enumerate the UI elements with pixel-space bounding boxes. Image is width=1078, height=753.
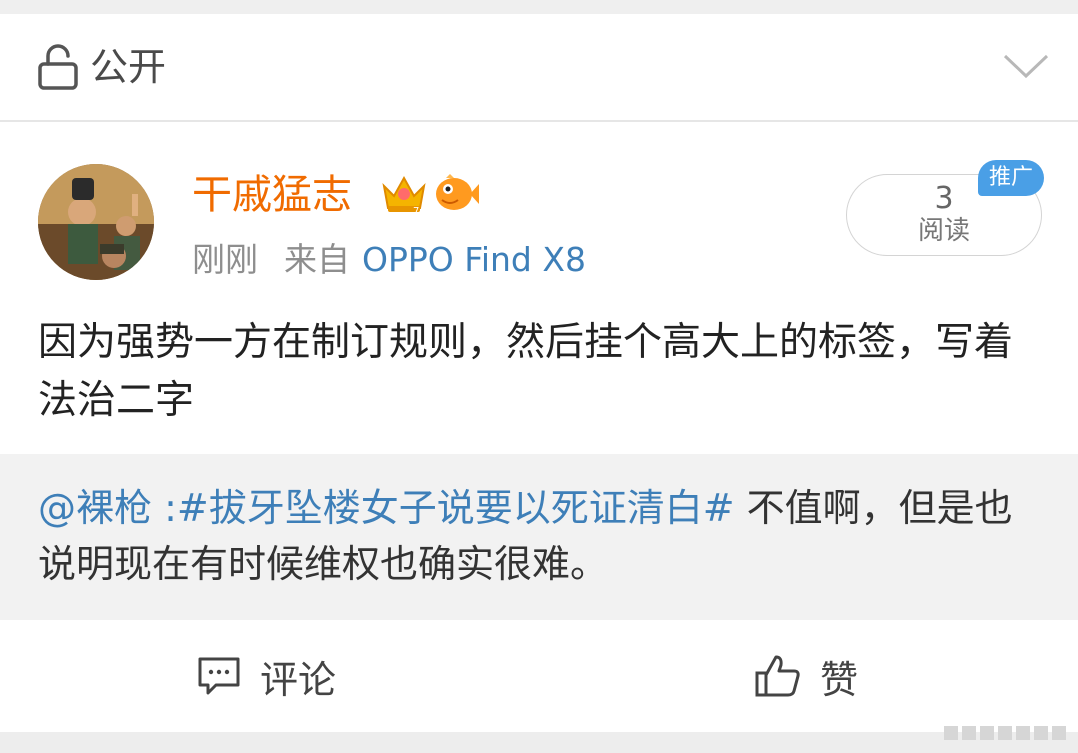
top-strip <box>0 0 1078 14</box>
post-text: 因为强势一方在制订规则，然后挂个高大上的标签，写着法治二字 <box>38 320 1014 423</box>
lock-open-icon <box>38 44 78 90</box>
watermark-icon <box>944 726 1066 740</box>
separator: : <box>152 486 177 530</box>
post-time: 刚刚 <box>192 240 258 279</box>
comment-icon <box>198 657 240 695</box>
comment-button[interactable]: 评论 <box>196 650 336 702</box>
topic-link[interactable]: #拔牙坠楼女子说要以死证清白# <box>177 486 735 530</box>
author-name[interactable]: 干戚猛志 <box>192 172 352 218</box>
avatar[interactable] <box>38 164 154 280</box>
svg-text:7: 7 <box>413 206 419 216</box>
like-label: 赞 <box>820 657 859 702</box>
mention-link[interactable]: @裸枪 <box>38 486 152 530</box>
comment-label: 评论 <box>260 657 337 702</box>
crown-badge-icon[interactable]: 7 <box>380 170 428 216</box>
repost-text: @裸枪 :#拔牙坠楼女子说要以死证清白# 不值啊，但是也说明现在有时候维权也确实… <box>38 480 1048 592</box>
source-device-link[interactable]: OPPO Find X8 <box>362 240 586 279</box>
bottom-strip <box>0 732 1078 753</box>
promote-tag[interactable]: 推广 <box>978 160 1044 196</box>
read-label: 阅读 <box>917 216 970 246</box>
post-meta: 刚刚 来自 OPPO Find X8 <box>192 240 586 280</box>
like-button[interactable]: 赞 <box>754 650 858 702</box>
source-label: 来自 <box>284 240 350 279</box>
thumbs-up-icon <box>755 655 800 697</box>
repost-block[interactable]: @裸枪 :#拔牙坠楼女子说要以死证清白# 不值啊，但是也说明现在有时候维权也确实… <box>0 454 1078 620</box>
action-bar: 评论 赞 <box>0 620 1078 732</box>
fish-badge-icon[interactable] <box>432 172 480 214</box>
chevron-down-icon[interactable] <box>1003 52 1049 82</box>
post-card: 干戚猛志 7 刚刚 来自 OPPO Find X8 3 阅读 推广 因为强势一方在制… <box>0 122 1078 454</box>
visibility-label: 公开 <box>90 45 167 89</box>
visibility-selector[interactable]: 公开 <box>0 14 1078 120</box>
